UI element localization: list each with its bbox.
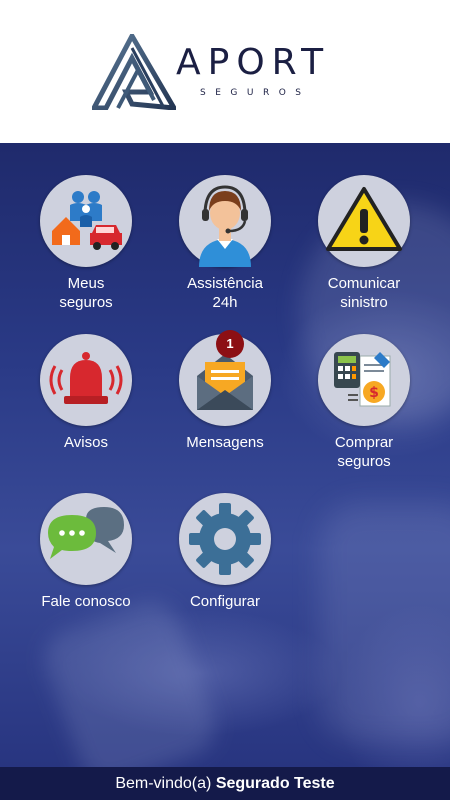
menu-label: Comprar seguros [334, 434, 394, 470]
brand-tagline: SEGUROS [200, 88, 311, 98]
chat-bubbles-icon [48, 507, 124, 559]
menu-avisos[interactable]: Avisos [11, 334, 161, 474]
menu-meus-seguros[interactable]: Meus seguros [11, 175, 161, 315]
menu-label: Meus seguros [59, 275, 113, 311]
welcome-greeting: Bem-vindo(a) [115, 775, 216, 792]
menu-label: Fale conosco [41, 593, 131, 610]
app-header: APORT SEGUROS [0, 0, 450, 143]
menu-configurar[interactable]: Configurar [150, 493, 300, 633]
menu-fale-conosco[interactable]: Fale conosco [11, 493, 161, 633]
menu-icon-circle [179, 175, 271, 267]
welcome-bar: Bem-vindo(a) Segurado Teste [0, 767, 450, 800]
svg-text:$: $ [369, 385, 379, 401]
menu-icon-circle [179, 493, 271, 585]
background-photo-shape [320, 503, 450, 743]
alarm-bell-icon [49, 352, 123, 404]
family-icon [52, 191, 122, 250]
warning-icon [326, 187, 402, 251]
menu-icon-circle [40, 334, 132, 426]
aport-logo: APORT SEGUROS [92, 30, 364, 112]
menu-label: Comunicar sinistro [327, 275, 401, 311]
menu-mensagens[interactable]: 1 Mensagens [150, 330, 300, 474]
brand-name: APORT [176, 42, 331, 83]
menu-label: Configurar [189, 593, 261, 610]
menu-label: Mensagens [186, 434, 264, 451]
headset-agent-icon [199, 185, 251, 267]
unread-count-badge: 1 [216, 330, 244, 358]
menu-comunicar-sinistro[interactable]: Comunicar sinistro [289, 175, 439, 315]
menu-comprar-seguros[interactable]: $ Comprar seguros [289, 334, 439, 474]
home-menu-area: Meus seguros Assistência 24h Comunicar s… [0, 143, 450, 767]
menu-icon-circle [318, 175, 410, 267]
menu-label: Avisos [64, 434, 108, 451]
menu-icon-circle [40, 493, 132, 585]
gear-icon [189, 503, 261, 575]
aport-logo-mark-icon [92, 34, 176, 110]
menu-assistencia-24h[interactable]: Assistência 24h [150, 175, 300, 315]
menu-icon-circle [40, 175, 132, 267]
menu-label: Assistência 24h [187, 275, 263, 311]
menu-icon-circle: $ [318, 334, 410, 426]
welcome-user-name: Segurado Teste [215, 775, 335, 792]
calculator-money-icon: $ [334, 352, 391, 407]
